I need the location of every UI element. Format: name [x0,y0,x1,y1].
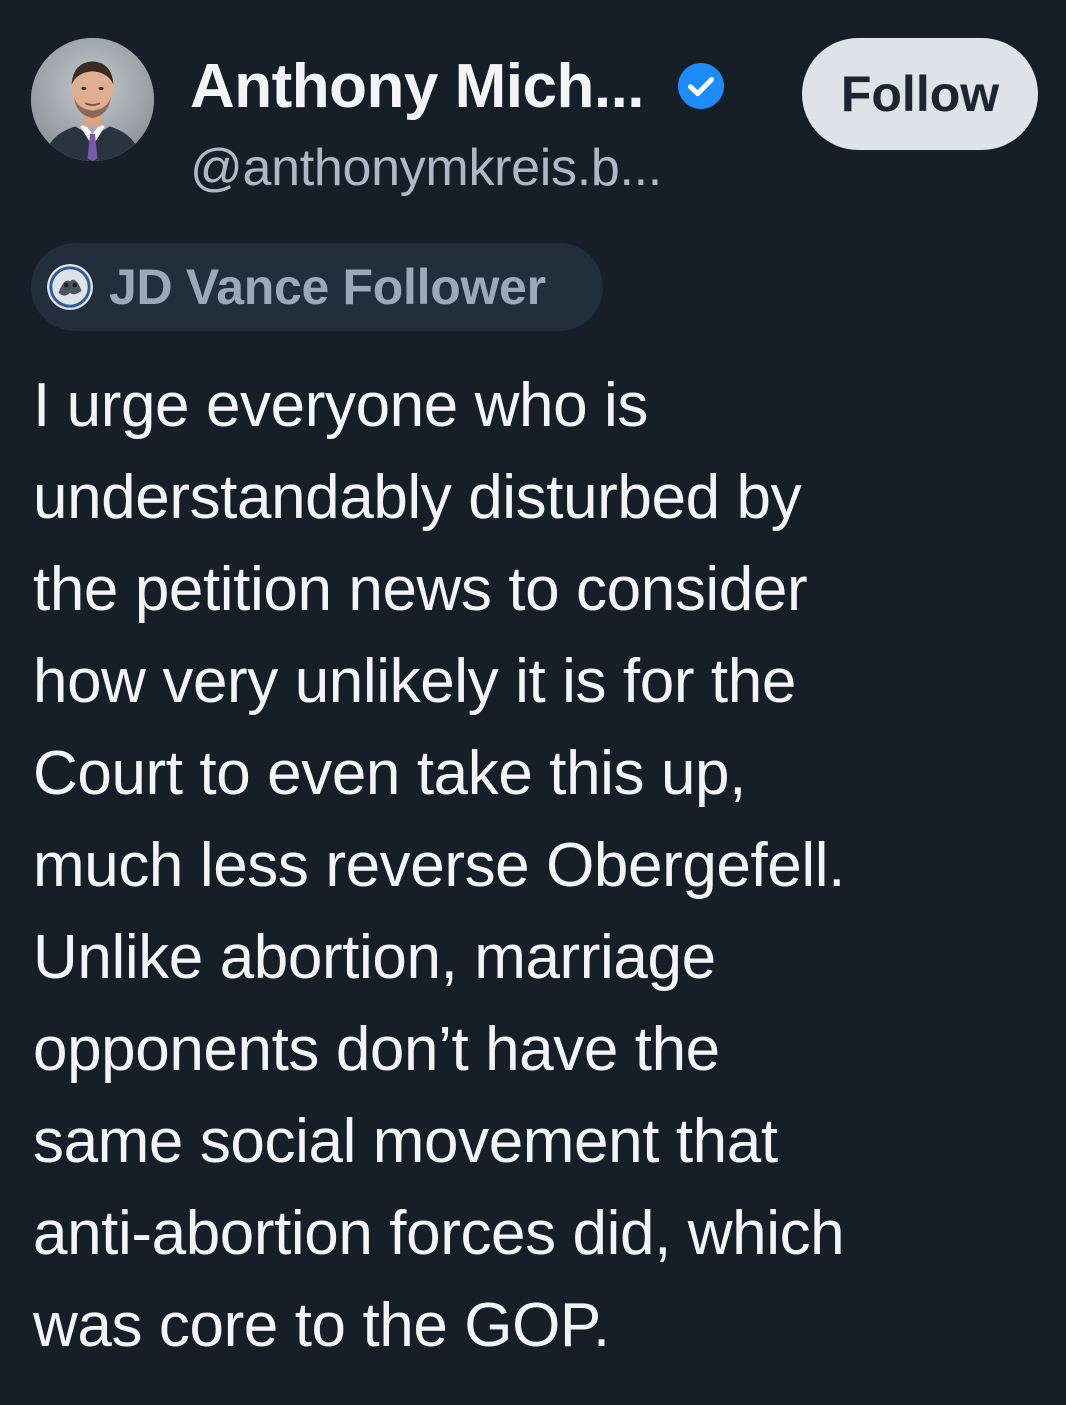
post-text-line: how very unlikely it is for the [33,647,796,716]
label-badge[interactable]: JD Vance Follower [31,243,603,331]
post-text-line: understandably disturbed by [33,463,802,532]
post-text-line: was core to the GOP. [33,1291,610,1360]
post-text-line: anti-abortion forces did, which [33,1199,845,1268]
post-text-line: opponents don’t have the [33,1015,720,1084]
author-display-name[interactable]: Anthony Mich... [190,51,645,122]
verified-badge-icon[interactable] [678,63,725,109]
avatar-photo [31,38,154,161]
post-text-line: the petition news to consider [33,555,808,624]
post-text-line: Court to even take this up, [33,739,746,808]
labeler-avatar-icon [47,264,93,310]
post-text-line: same social movement that [33,1107,778,1176]
author-name-row: Anthony Mich... [190,50,725,122]
follow-button[interactable]: Follow [802,38,1038,150]
post-text-line: I urge everyone who is [33,371,648,440]
post-text-line: much less reverse Obergefell. [33,831,845,900]
avatar[interactable] [31,38,154,161]
post-text-line: Unlike abortion, marriage [33,923,716,992]
post-body: I urge everyone who is understandably di… [33,360,1043,1372]
label-badge-text: JD Vance Follower [109,259,546,315]
author-handle[interactable]: @anthonymkreis.b... [190,138,662,198]
